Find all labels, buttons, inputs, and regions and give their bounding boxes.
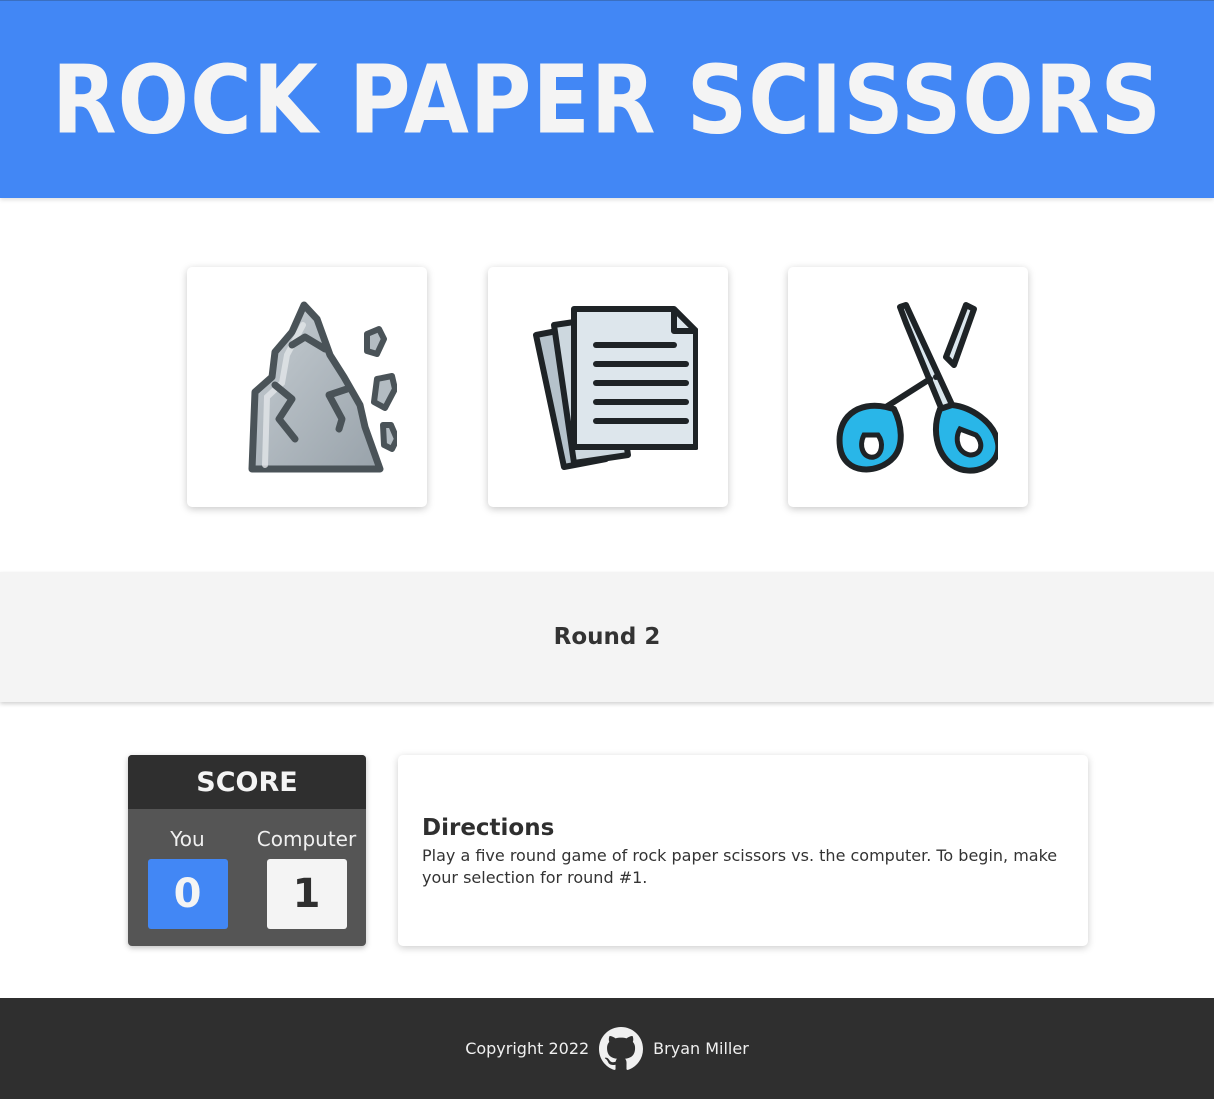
computer-score-value: 1 (266, 859, 347, 929)
round-text: Round 2 (553, 624, 661, 650)
scissors-button[interactable] (788, 267, 1028, 507)
paper-button[interactable] (488, 267, 728, 507)
scissors-icon (836, 302, 998, 474)
copyright-text: Copyright 2022 (465, 1039, 590, 1058)
page-footer: Copyright 2022 Bryan Miller (0, 998, 1214, 1099)
player-score-value: 0 (147, 859, 228, 929)
player-score: You 0 (128, 823, 247, 929)
score-title: SCORE (128, 755, 366, 809)
directions-title: Directions (422, 815, 555, 841)
github-link[interactable] (599, 1026, 644, 1071)
score-panel: SCORE You 0 Computer 1 (128, 755, 366, 946)
round-indicator: Round 2 (0, 572, 1214, 702)
rock-icon (248, 301, 397, 473)
github-icon (599, 1026, 644, 1070)
directions-panel: Directions Play a five round game of roc… (398, 755, 1088, 946)
paper-icon (533, 306, 698, 470)
computer-score-label: Computer (256, 827, 357, 851)
page-title: ROCK PAPER SCISSORS (51, 44, 1162, 155)
author-name: Bryan Miller (653, 1039, 749, 1058)
directions-text: Play a five round game of rock paper sci… (422, 846, 1058, 887)
player-score-label: You (170, 827, 205, 851)
computer-score: Computer 1 (247, 823, 366, 929)
page-header: ROCK PAPER SCISSORS (0, 0, 1214, 198)
rock-button[interactable] (187, 267, 427, 507)
